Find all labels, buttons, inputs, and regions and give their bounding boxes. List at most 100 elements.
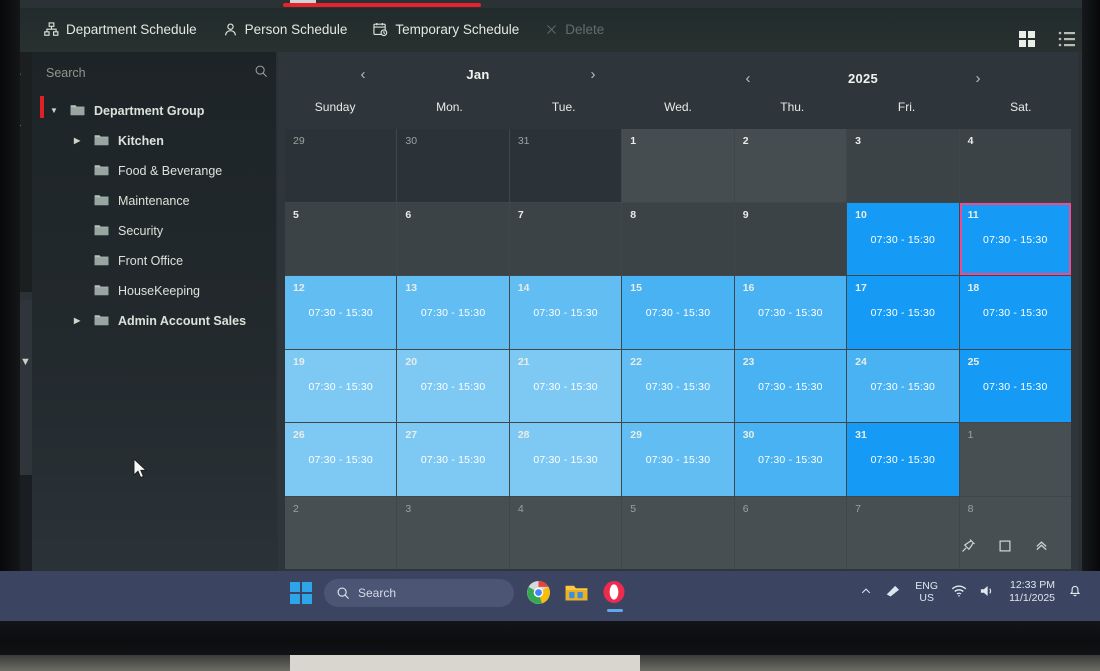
- calendar-day-cell[interactable]: 29: [285, 129, 397, 202]
- calendar-day-cell[interactable]: 5: [285, 202, 397, 275]
- opera-icon[interactable]: [602, 580, 628, 612]
- chrome-icon[interactable]: [526, 580, 552, 606]
- shift-time-label: 07:30 - 15:30: [870, 307, 936, 319]
- calendar-day-cell[interactable]: 2: [285, 496, 397, 569]
- file-explorer-icon[interactable]: [564, 580, 590, 606]
- tab-temporary-schedule[interactable]: Temporary Schedule: [373, 22, 519, 37]
- prev-month-icon[interactable]: ‹: [348, 66, 378, 83]
- sidebar-item-label: Security: [118, 224, 164, 238]
- calendar-day-cell[interactable]: 22 07:30 - 15:30: [622, 349, 734, 422]
- calendar-day-cell[interactable]: 9: [734, 202, 847, 275]
- day-number: 25: [967, 355, 980, 368]
- folder-icon: [94, 253, 109, 269]
- day-number: 30: [405, 135, 418, 147]
- calendar-day-cell[interactable]: 31: [509, 129, 622, 202]
- calendar-day-cell[interactable]: 10 07:30 - 15:30: [847, 202, 959, 275]
- chevron-down-icon[interactable]: ▼: [50, 106, 60, 116]
- calendar-day-cell[interactable]: 14 07:30 - 15:30: [509, 276, 622, 349]
- next-year-icon[interactable]: ›: [963, 70, 993, 87]
- day-number: 4: [517, 502, 524, 515]
- clock[interactable]: 12:33 PM 11/1/2025: [1009, 579, 1055, 605]
- day-number: 31: [855, 429, 867, 441]
- sidebar-item-department-group[interactable]: ▼ Department Group: [32, 96, 276, 126]
- volume-icon[interactable]: [980, 584, 996, 601]
- calendar-day-cell[interactable]: 12 07:30 - 15:30: [285, 276, 397, 349]
- sidebar-item-front-office[interactable]: Front Office: [32, 246, 276, 276]
- calendar-day-cell[interactable]: 7: [509, 202, 622, 275]
- day-number: 12: [293, 282, 305, 294]
- wifi-icon[interactable]: [951, 584, 967, 601]
- calendar-day-cell[interactable]: 30: [397, 129, 509, 202]
- day-header-sunday: Sunday: [314, 100, 356, 114]
- scroll-down-caret-icon-2[interactable]: ▼: [20, 357, 31, 368]
- day-number: 31: [517, 135, 530, 147]
- sidebar-item-label: Food & Beverange: [118, 164, 223, 178]
- calendar-day-cell[interactable]: 26 07:30 - 15:30: [285, 423, 397, 496]
- calendar-day-cell[interactable]: 29 07:30 - 15:30: [622, 423, 734, 496]
- calendar-day-cell[interactable]: 17 07:30 - 15:30: [847, 276, 959, 349]
- search-input[interactable]: [42, 66, 222, 80]
- chevron-right-icon[interactable]: ▶: [74, 316, 84, 326]
- close-x-icon: [545, 23, 558, 36]
- day-number: 16: [742, 282, 755, 294]
- language-indicator[interactable]: ENG US: [915, 580, 938, 604]
- calendar-day-cell[interactable]: 21 07:30 - 15:30: [509, 349, 622, 422]
- chevron-right-icon[interactable]: ▶: [74, 136, 84, 146]
- calendar-day-cell[interactable]: 6: [397, 202, 509, 275]
- calendar-day-cell[interactable]: 6: [734, 496, 847, 569]
- pin-icon[interactable]: [961, 538, 976, 556]
- taskbar-search-box[interactable]: Search: [324, 579, 514, 607]
- calendar-day-cell[interactable]: 3: [847, 129, 959, 202]
- calendar-day-cell[interactable]: 4: [959, 129, 1071, 202]
- calendar-day-cell[interactable]: 30 07:30 - 15:30: [734, 423, 847, 496]
- start-icon[interactable]: [290, 582, 312, 604]
- sidebar-item-housekeeping[interactable]: HouseKeeping: [32, 276, 276, 306]
- calendar-day-cell[interactable]: 15 07:30 - 15:30: [622, 276, 734, 349]
- sidebar-item-kitchen[interactable]: ▶ Kitchen: [32, 126, 276, 156]
- calendar-day-cell[interactable]: 1: [959, 423, 1071, 496]
- sidebar-item-food-beverange[interactable]: Food & Beverange: [32, 156, 276, 186]
- calendar-day-cell[interactable]: 20 07:30 - 15:30: [397, 349, 509, 422]
- calendar-day-cell[interactable]: 1: [622, 129, 734, 202]
- day-number: 30: [742, 429, 755, 441]
- calendar-day-cell[interactable]: 5: [622, 496, 734, 569]
- person-icon: [223, 22, 238, 37]
- shift-time-label: 07:30 - 15:30: [758, 454, 823, 466]
- sidebar-item-admin-account-sales[interactable]: ▶ Admin Account Sales: [32, 306, 276, 336]
- calendar-day-cell[interactable]: 3: [397, 496, 509, 569]
- sidebar-item-maintenance[interactable]: Maintenance: [32, 186, 276, 216]
- maximize-icon[interactable]: [998, 539, 1012, 556]
- calendar-day-cell[interactable]: 31 07:30 - 15:30: [847, 423, 959, 496]
- folder-icon: [94, 193, 109, 209]
- calendar-day-cell[interactable]: 11 07:30 - 15:30: [959, 202, 1071, 275]
- day-number: 23: [742, 355, 755, 368]
- list-view-icon[interactable]: [1058, 30, 1076, 48]
- pen-icon[interactable]: [885, 584, 902, 601]
- tab-person-schedule[interactable]: Person Schedule: [223, 22, 347, 37]
- calendar-day-cell[interactable]: 16 07:30 - 15:30: [734, 276, 847, 349]
- next-month-icon[interactable]: ›: [578, 66, 608, 83]
- calendar-day-cell[interactable]: 23 07:30 - 15:30: [734, 349, 847, 422]
- top-toolbar: Department Schedule Person Schedule Temp…: [0, 8, 1100, 52]
- search-icon[interactable]: [254, 64, 268, 83]
- prev-year-icon[interactable]: ‹: [733, 70, 763, 87]
- calendar-day-cell[interactable]: 13 07:30 - 15:30: [397, 276, 509, 349]
- calendar-day-cell[interactable]: 8: [622, 202, 734, 275]
- calendar-day-cell[interactable]: 7: [847, 496, 959, 569]
- calendar-day-cell[interactable]: 18 07:30 - 15:30: [959, 276, 1071, 349]
- calendar-day-cell[interactable]: 2: [734, 129, 847, 202]
- tab-department-schedule[interactable]: Department Schedule: [44, 22, 197, 37]
- calendar-day-cell[interactable]: 25 07:30 - 15:30: [959, 349, 1071, 422]
- calendar-day-cell[interactable]: 28 07:30 - 15:30: [509, 423, 622, 496]
- calendar-day-cell[interactable]: 19 07:30 - 15:30: [285, 349, 397, 422]
- notification-bell-icon[interactable]: [1068, 583, 1082, 601]
- calendar-day-cell[interactable]: 27 07:30 - 15:30: [397, 423, 509, 496]
- grid-view-icon[interactable]: [1018, 30, 1036, 48]
- collapse-up-icon[interactable]: [1034, 538, 1049, 556]
- shift-time-label: 07:30 - 15:30: [758, 380, 823, 393]
- delete-button[interactable]: Delete: [545, 22, 604, 37]
- calendar-day-cell[interactable]: 4: [509, 496, 622, 569]
- tray-overflow-icon[interactable]: [860, 585, 872, 600]
- calendar-day-cell[interactable]: 24 07:30 - 15:30: [847, 349, 959, 422]
- sidebar-item-security[interactable]: Security: [32, 216, 276, 246]
